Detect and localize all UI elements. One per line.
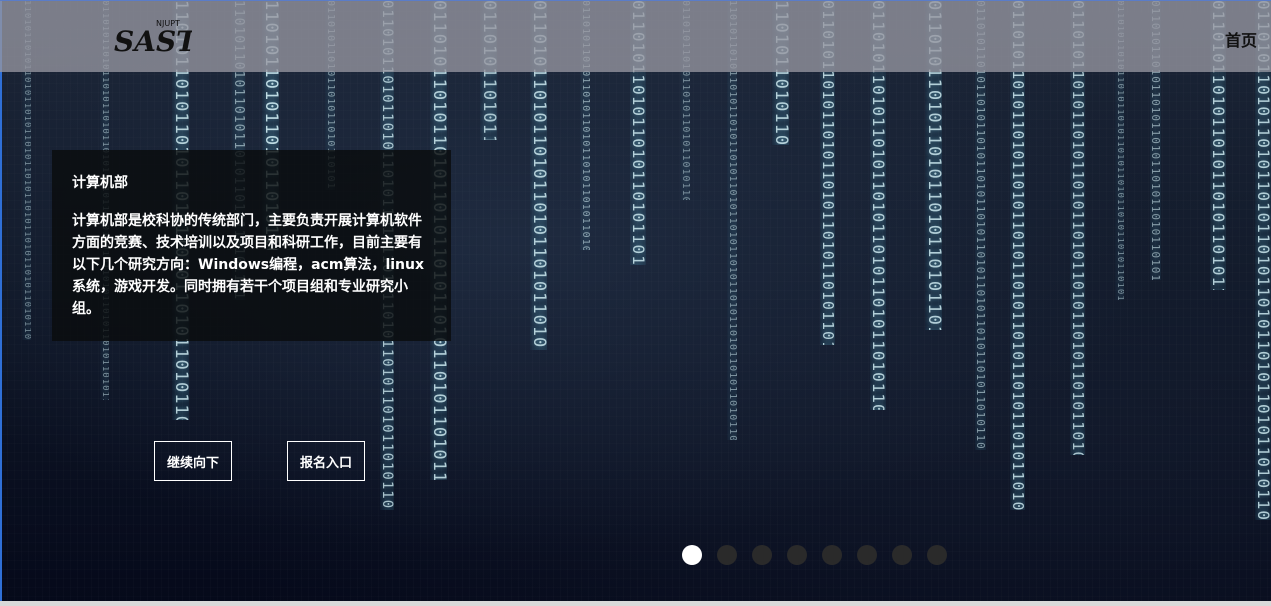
binary-rain-column: 0110101101011010110101101011010110101101… [1255,0,1271,520]
top-navbar: SAST NJUPT 首页 [0,0,1271,72]
carousel-indicators [682,545,947,565]
carousel-dot-6[interactable] [857,545,877,565]
continue-down-button[interactable]: 继续向下 [154,441,232,481]
hero-page: 1101011010110101101011010110101101011010… [0,0,1271,606]
department-description: 计算机部是校科协的传统部门，主要负责开展计算机软件方面的竞赛、技术培训以及项目和… [72,213,425,317]
sast-logo[interactable]: SAST NJUPT [112,17,192,59]
carousel-dot-7[interactable] [892,545,912,565]
logo-text: SAST [114,25,192,58]
department-title: 计算机部 [72,175,128,191]
carousel-dot-2[interactable] [717,545,737,565]
carousel-dot-3[interactable] [752,545,772,565]
binary-rain-column: 0110101101011010110101101011010110101101… [1010,0,1025,510]
bottom-strip [0,601,1271,606]
carousel-dot-4[interactable] [787,545,807,565]
signup-entry-button[interactable]: 报名入口 [287,441,365,481]
nav-home-link[interactable]: 首页 [1225,27,1257,51]
carousel-dot-8[interactable] [927,545,947,565]
carousel-dot-5[interactable] [822,545,842,565]
left-edge-border [0,0,2,606]
department-info-panel: 计算机部 计算机部是校科协的传统部门，主要负责开展计算机软件方面的竞赛、技术培训… [52,150,451,341]
logo-sub: NJUPT [156,19,180,28]
carousel-dot-1[interactable] [682,545,702,565]
